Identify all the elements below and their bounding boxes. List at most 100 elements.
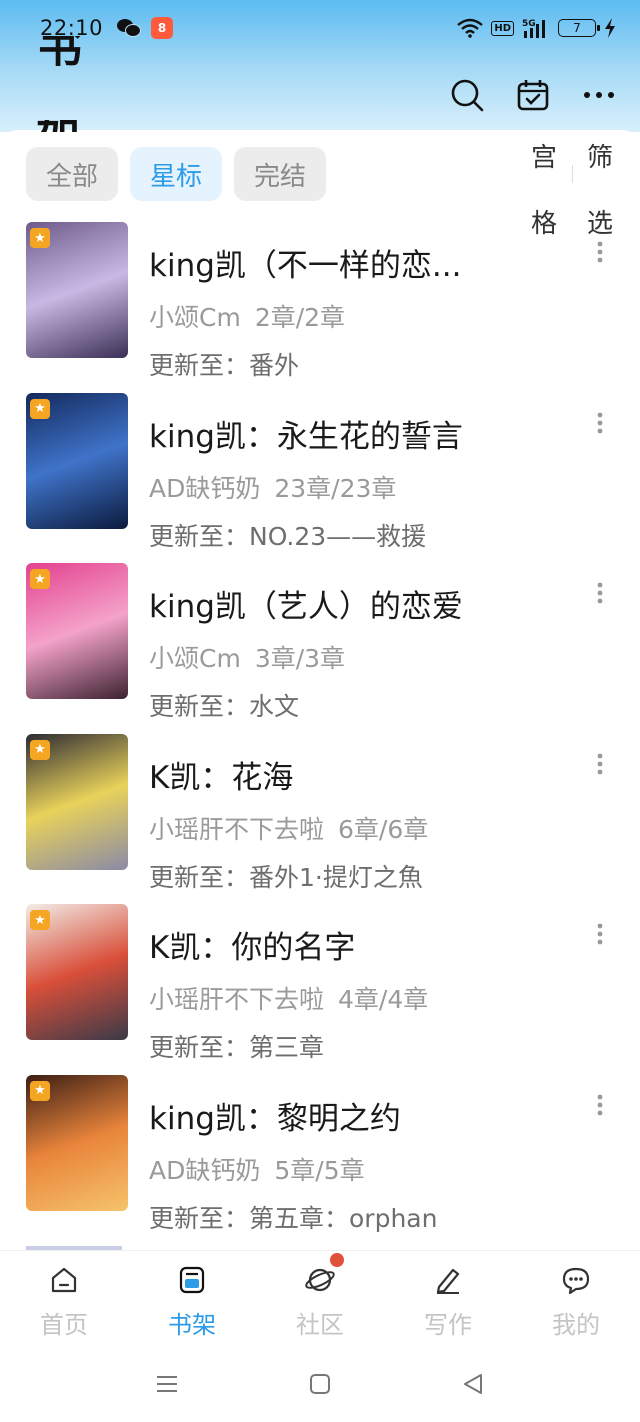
filter-label-1: 筛 xyxy=(586,143,613,173)
update-chapter: 第五章：orphan xyxy=(249,1203,438,1233)
book-chapter-count: 2章/2章 xyxy=(254,303,346,332)
star-badge-icon: ★ xyxy=(30,228,50,248)
header-actions xyxy=(448,76,618,114)
hd-network-icon: HD xyxy=(491,20,514,36)
nav-home-label: 首页 xyxy=(40,1311,88,1339)
update-chapter: 水文 xyxy=(249,692,300,722)
book-latest-update: 更新至：第三章 xyxy=(149,1028,324,1064)
book-latest-update: 更新至：番外1·提灯之魚 xyxy=(149,858,423,894)
update-chapter: 番外 xyxy=(249,351,300,380)
book-title: king凯：永生花的誓言 xyxy=(149,418,463,455)
book-author: 小瑶肝不下去啦 xyxy=(149,985,325,1015)
book-more-options-icon[interactable] xyxy=(586,579,614,607)
book-cover[interactable]: ★ xyxy=(26,563,128,700)
nav-profile[interactable]: 我的 xyxy=(512,1251,640,1346)
nav-bookshelf-label: 书架 xyxy=(168,1311,216,1339)
nav-write-label: 写作 xyxy=(424,1311,472,1339)
nav-bookshelf[interactable]: 书架 xyxy=(128,1251,256,1346)
book-author: AD缺钙奶 xyxy=(149,473,261,503)
book-cover[interactable]: ★ xyxy=(26,904,128,1041)
update-chapter: 第三章 xyxy=(249,1033,325,1063)
book-author: AD缺钙奶 xyxy=(149,1155,261,1185)
book-title: K凯：花海 xyxy=(149,759,294,796)
cellular-signal-icon: 5G xyxy=(522,17,550,39)
star-badge-icon: ★ xyxy=(30,1080,50,1101)
book-latest-update: 更新至：第五章：orphan xyxy=(149,1199,437,1235)
system-navigation-bar xyxy=(0,1346,640,1422)
nav-write[interactable]: 写作 xyxy=(384,1251,512,1346)
bottom-nav: 首页 书架 社区 写作 我的 xyxy=(0,1250,640,1346)
book-meta: 小瑶肝不下去啦 4章/4章 xyxy=(149,980,428,1016)
calendar-checkin-icon[interactable] xyxy=(514,76,552,114)
book-more-options-icon[interactable] xyxy=(586,920,614,948)
star-badge-icon: ★ xyxy=(30,398,50,419)
home-icon xyxy=(47,1263,81,1297)
book-meta: 小颂Cm 2章/2章 xyxy=(149,298,345,334)
chip-all[interactable]: 全部 xyxy=(26,147,118,201)
app-notification-icon: 8 xyxy=(151,17,174,39)
book-row[interactable]: ★ king凯（不一样的恋... 小颂Cm 2章/2章 更新至：番外 xyxy=(0,222,640,393)
star-badge-icon: ★ xyxy=(30,910,50,931)
recent-apps-icon[interactable] xyxy=(149,1366,185,1402)
book-row[interactable]: ★ K凯：你的名字 小瑶肝不下去啦 4章/4章 更新至：第三章 xyxy=(0,904,640,1075)
nav-profile-label: 我的 xyxy=(552,1311,600,1339)
chip-completed[interactable]: 完结 xyxy=(234,147,326,201)
update-chapter: NO.23——救援 xyxy=(249,521,427,551)
book-title: K凯：你的名字 xyxy=(149,930,356,967)
book-chapter-count: 5章/5章 xyxy=(274,1155,365,1185)
book-title: king凯（艺人）的恋爱 xyxy=(149,589,463,626)
book-cover[interactable]: ★ xyxy=(26,733,128,870)
update-chapter: 番外1·提灯之魚 xyxy=(249,862,423,892)
book-title: king凯（不一样的恋... xyxy=(149,248,462,284)
book-more-options-icon[interactable] xyxy=(586,750,614,778)
book-row[interactable]: ★ king凯（艺人）的恋爱 小颂Cm 3章/3章 更新至：水文 xyxy=(0,563,640,734)
charging-icon xyxy=(604,18,616,38)
update-prefix: 更新至： xyxy=(149,862,250,892)
star-badge-icon: ★ xyxy=(30,739,50,760)
book-meta: AD缺钙奶 23章/23章 xyxy=(149,469,396,505)
bookshelf-icon xyxy=(175,1263,209,1297)
book-list: ★ king凯（不一样的恋... 小颂Cm 2章/2章 更新至：番外 ★ king… xyxy=(0,222,640,1246)
book-cover[interactable]: ★ xyxy=(26,392,128,529)
book-cover[interactable]: ★ xyxy=(26,1074,128,1211)
update-prefix: 更新至： xyxy=(149,1033,250,1063)
page-title-fragment: 书 xyxy=(38,36,82,66)
update-prefix: 更新至： xyxy=(149,692,250,722)
wifi-icon xyxy=(457,18,484,38)
toggle-divider xyxy=(572,165,573,183)
back-button-icon[interactable] xyxy=(455,1366,491,1402)
book-row[interactable]: ★ K凯：花海 小瑶肝不下去啦 6章/6章 更新至：番外1·提灯之魚 xyxy=(0,733,640,905)
wechat-notification-icon xyxy=(117,18,142,38)
book-row[interactable]: ★ king凯：黎明之约 AD缺钙奶 5章/5章 更新至：第五章：orphan xyxy=(0,1074,640,1246)
book-chapter-count: 3章/3章 xyxy=(254,644,346,674)
book-more-options-icon[interactable] xyxy=(586,1091,614,1119)
filter-chips: 全部 星标 完结 xyxy=(26,147,326,201)
search-icon[interactable] xyxy=(448,76,486,114)
book-title: king凯：黎明之约 xyxy=(149,1100,401,1137)
community-notification-dot xyxy=(330,1253,344,1267)
book-latest-update: 更新至：水文 xyxy=(149,687,299,723)
book-chapter-count: 23章/23章 xyxy=(274,473,397,503)
update-prefix: 更新至： xyxy=(149,521,250,551)
nav-home[interactable]: 首页 xyxy=(0,1251,128,1346)
grid-view-label-1: 宫 xyxy=(530,143,557,173)
svg-text:5G: 5G xyxy=(522,19,536,29)
book-meta: AD缺钙奶 5章/5章 xyxy=(149,1151,365,1187)
star-badge-icon: ★ xyxy=(30,569,50,590)
book-row[interactable]: ★ king凯：永生花的誓言 AD缺钙奶 23章/23章 更新至：NO.23——救… xyxy=(0,392,640,564)
chip-starred[interactable]: 星标 xyxy=(130,147,222,201)
status-bar: 22:10 8 HD 5G 7 xyxy=(0,0,640,56)
book-author: 小颂Cm xyxy=(149,303,241,332)
more-menu-icon[interactable] xyxy=(580,76,618,114)
chat-bubble-icon xyxy=(559,1263,593,1297)
update-prefix: 更新至： xyxy=(149,351,250,380)
book-cover[interactable]: ★ xyxy=(26,222,128,358)
nav-community[interactable]: 社区 xyxy=(256,1251,384,1346)
book-latest-update: 更新至：NO.23——救援 xyxy=(149,517,426,553)
book-chapter-count: 6章/6章 xyxy=(338,814,429,844)
home-button-icon[interactable] xyxy=(302,1366,338,1402)
book-more-options-icon[interactable] xyxy=(586,409,614,437)
book-more-options-icon[interactable] xyxy=(586,238,614,266)
book-author: 小瑶肝不下去啦 xyxy=(149,814,325,844)
book-author: 小颂Cm xyxy=(149,644,241,674)
